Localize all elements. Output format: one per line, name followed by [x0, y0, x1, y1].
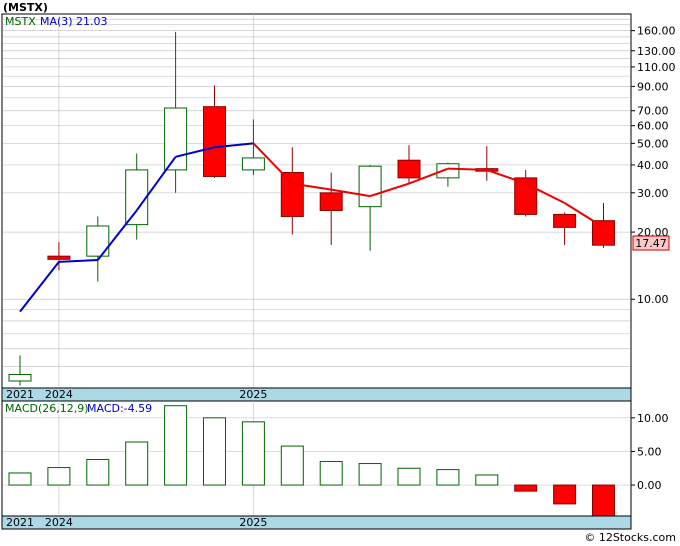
macd-bar: [241, 421, 265, 486]
y-tick-label: 10.00: [637, 412, 669, 425]
macd-bar: [319, 461, 343, 486]
macd-panel: [1, 400, 632, 517]
candle-body: [203, 106, 226, 178]
last-price-value: 17.47: [635, 237, 667, 250]
macd-bar: [475, 474, 499, 486]
candle-body: [553, 213, 577, 228]
x-tick-label: 2021: [6, 388, 34, 401]
candle-body: [125, 169, 149, 226]
macd-params-label: MACD(26,12,9): [5, 402, 89, 415]
y-tick-label: 30.00: [637, 187, 669, 200]
macd-bar: [164, 405, 188, 486]
macd-bar: [358, 463, 382, 486]
macd-bar: [125, 441, 149, 486]
y-tick-label: 110.00: [637, 61, 676, 74]
macd-bar: [280, 445, 304, 486]
macd-bar: [436, 469, 460, 486]
legend-ma-label: MA(3): [40, 15, 73, 28]
legend-ma-value: 21.03: [76, 15, 108, 28]
y-tick-label: 70.00: [637, 105, 669, 118]
macd-bar: [553, 484, 577, 505]
candle-body: [8, 373, 32, 382]
y-tick-label: 130.00: [637, 45, 676, 58]
x-tick-label: 2025: [239, 388, 267, 401]
y-tick-label: 0.00: [637, 479, 662, 492]
y-tick-label: 5.00: [637, 445, 662, 458]
y-tick-label: 50.00: [637, 137, 669, 150]
date-band-top: [1, 387, 632, 402]
macd-bar: [514, 484, 538, 492]
y-tick-label: 160.00: [637, 25, 676, 38]
x-tick-label: 2024: [45, 388, 73, 401]
candle-body: [164, 107, 188, 171]
x-tick-label: 2024: [45, 516, 73, 529]
legend-ticker: MSTX: [5, 15, 36, 28]
candle-body: [358, 165, 382, 208]
y-tick-label: 40.00: [637, 159, 669, 172]
price-y-axis: 160.00 130.00 110.00 90.00 70.00 60.00 50.00 40…: [631, 25, 676, 306]
watermark: © 12Stocks.com: [584, 531, 676, 544]
x-tick-label: 2021: [6, 516, 34, 529]
candle-body: [397, 159, 421, 179]
y-tick-label: 90.00: [637, 80, 669, 93]
macd-bar: [203, 417, 226, 486]
candle-body: [592, 220, 615, 246]
macd-bar: [8, 472, 32, 486]
macd-bar: [47, 467, 71, 486]
y-tick-label: 10.00: [637, 293, 669, 306]
macd-value-label: MACD:-4.59: [87, 402, 152, 415]
last-price-tag: 17.47: [632, 235, 670, 251]
macd-bar: [86, 459, 110, 486]
ma-segment: [447, 167, 487, 171]
macd-y-axis: 10.00 5.00 0.00: [631, 412, 669, 492]
candle-body: [280, 171, 304, 217]
candle-body: [319, 192, 343, 211]
candle-body: [241, 157, 265, 171]
y-tick-label: 60.00: [637, 120, 669, 133]
macd-bar: [397, 467, 421, 486]
candle-body: [47, 255, 71, 260]
x-tick-label: 2025: [239, 516, 267, 529]
macd-bar: [592, 484, 615, 517]
stock-chart: 160.00 130.00 110.00 90.00 70.00 60.00 50.00 40…: [1, 1, 676, 544]
date-band-bottom: [1, 515, 632, 530]
chart-title: (MSTX): [3, 1, 48, 14]
